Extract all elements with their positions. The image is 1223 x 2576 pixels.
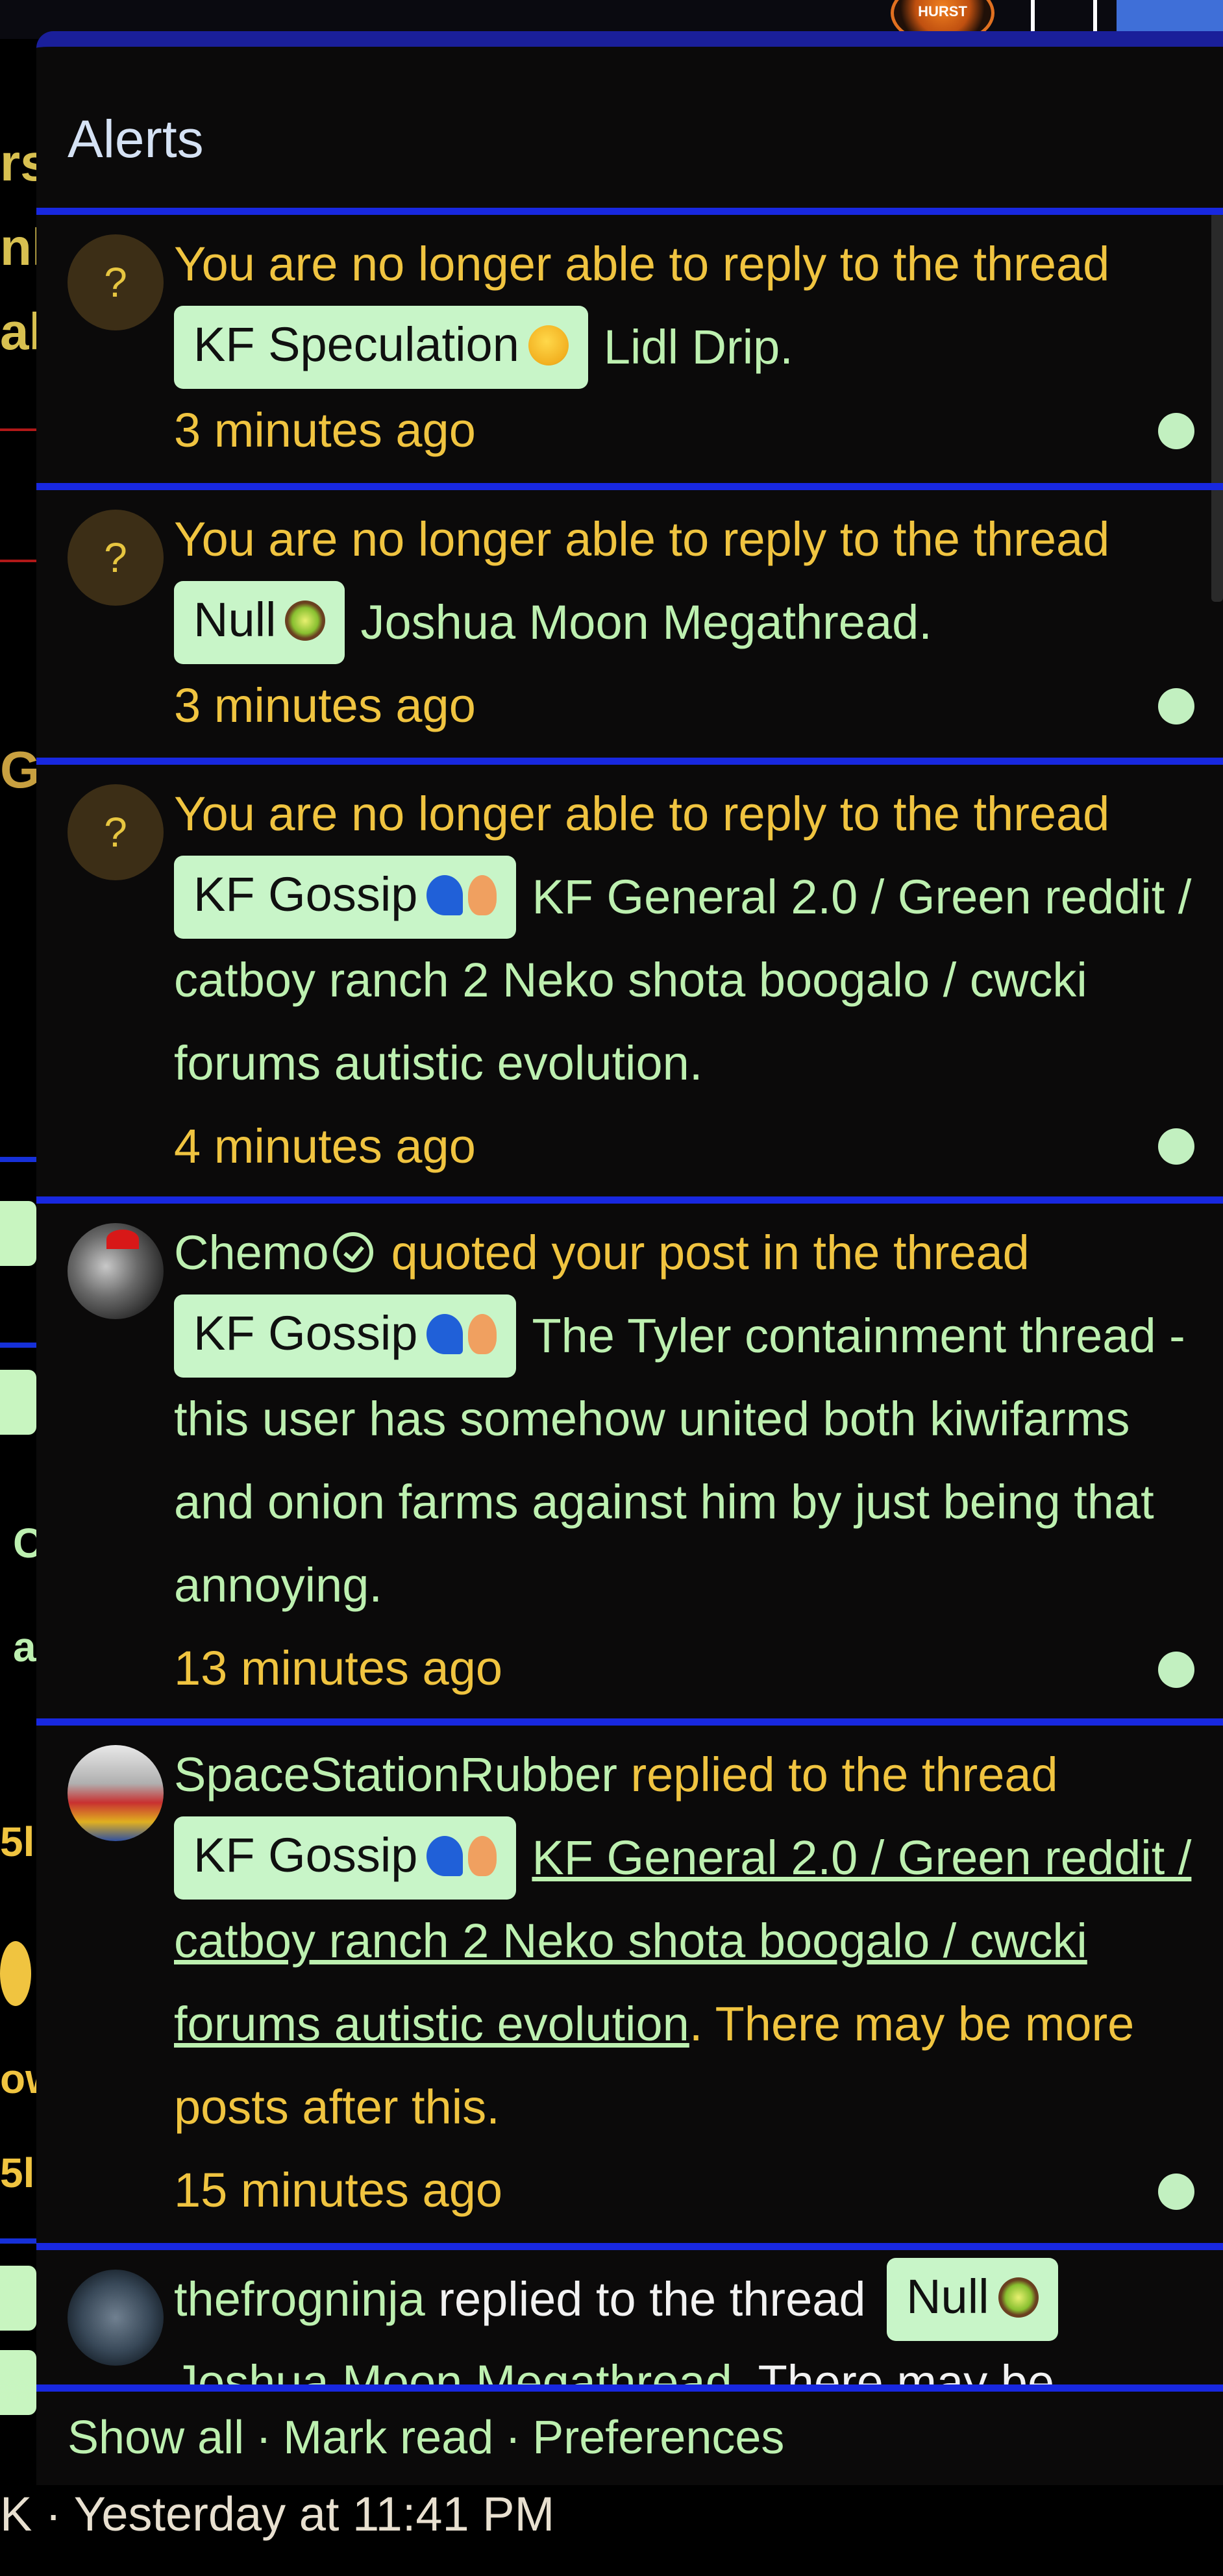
avatar[interactable] (68, 1745, 164, 1841)
unread-dot[interactable] (1158, 688, 1194, 724)
alert-suffix: . (369, 1558, 382, 1612)
alert-item[interactable]: ? You are no longer able to reply to the… (36, 758, 1223, 1199)
kiwi-icon (998, 2277, 1039, 2318)
thread-link[interactable]: Joshua Moon Megathread (360, 595, 919, 649)
ear-icon (468, 875, 497, 916)
question-icon: ? (68, 784, 164, 880)
alert-time: 4 minutes ago (174, 1119, 476, 1173)
alert-item[interactable]: Chemo quoted your post in the thread KF G… (36, 1196, 1223, 1721)
kiwi-icon (285, 601, 326, 641)
chip-label: KF Gossip (193, 867, 418, 921)
show-all-link[interactable]: Show all (68, 2412, 244, 2464)
mark-read-link[interactable]: Mark read (283, 2412, 493, 2464)
unread-dot[interactable] (1158, 413, 1194, 449)
footer-links: Show all · Mark read · Preferences (68, 2411, 784, 2464)
unread-dot[interactable] (1158, 1128, 1194, 1165)
forum-chip[interactable]: KF Speculation (174, 306, 588, 389)
forum-chip[interactable]: KF Gossip (174, 856, 517, 939)
ear-icon (468, 1836, 497, 1877)
alert-item[interactable]: ? You are no longer able to reply to the… (36, 483, 1223, 760)
username-link[interactable]: SpaceStationRubber (174, 1748, 617, 1802)
alert-item[interactable]: ? You are no longer able to reply to the… (36, 208, 1223, 485)
speaking-head-icon (426, 1314, 463, 1355)
verified-badge-icon (332, 1232, 373, 1273)
bg-divider (0, 428, 36, 431)
alert-suffix: . (919, 595, 932, 649)
avatar-label: HURST (918, 3, 967, 19)
username-link[interactable]: Chemo (174, 1226, 329, 1280)
alert-time: 13 minutes ago (174, 1641, 503, 1695)
forum-chip[interactable]: KF Gossip (174, 1816, 517, 1900)
footer-separator: · (256, 2412, 272, 2464)
popup-title: Alerts (68, 110, 204, 169)
alert-body: You are no longer able to reply to the t… (174, 773, 1206, 1188)
alert-body: SpaceStationRubber replied to the thread… (174, 1733, 1206, 2232)
forum-chip[interactable]: KF Gossip (174, 1294, 517, 1378)
chip-label: KF Gossip (193, 1828, 418, 1882)
avatar[interactable] (68, 1223, 164, 1319)
bg-node-pill[interactable] (0, 2350, 36, 2415)
bg-divider (0, 1343, 36, 1348)
bg-divider (0, 1157, 36, 1162)
alert-message: You are no longer able to reply to the t… (174, 237, 1110, 291)
preferences-link[interactable]: Preferences (532, 2412, 784, 2464)
bg-emoji (0, 1941, 31, 2006)
alert-suffix: . (689, 1036, 703, 1090)
bg-post-meta: K · Yesterday at 11:41 PM (0, 2487, 555, 2541)
alert-suffix: . (780, 320, 793, 374)
chip-label: Null (906, 2270, 989, 2323)
bg-node-pill[interactable] (0, 1201, 36, 1266)
speaking-head-icon (426, 875, 463, 916)
question-icon: ? (68, 510, 164, 606)
alert-message: You are no longer able to reply to the t… (174, 787, 1110, 841)
alert-time: 15 minutes ago (174, 2163, 503, 2217)
forum-chip[interactable]: Null (174, 581, 345, 664)
alerts-popup: Alerts ? You are no longer able to reply… (36, 31, 1223, 2485)
alert-action: replied to the thread (630, 1748, 1058, 1802)
speaking-head-icon (426, 1836, 463, 1877)
alert-time: 3 minutes ago (174, 678, 476, 732)
username-link[interactable]: thefrogninja (174, 2272, 425, 2326)
popup-footer: Show all · Mark read · Preferences (36, 2384, 1223, 2485)
ear-icon (468, 1314, 497, 1355)
bg-divider (0, 560, 36, 562)
unread-dot[interactable] (1158, 2174, 1194, 2210)
alert-item[interactable]: SpaceStationRubber replied to the thread… (36, 1718, 1223, 2246)
chip-label: Null (193, 593, 277, 647)
alert-message: You are no longer able to reply to the t… (174, 512, 1110, 566)
unread-dot[interactable] (1158, 1652, 1194, 1688)
alert-body: You are no longer able to reply to the t… (174, 223, 1206, 472)
avatar[interactable] (68, 2270, 164, 2366)
forum-chip[interactable]: Null (887, 2258, 1058, 2341)
alert-action: quoted your post in the thread (391, 1226, 1030, 1280)
question-icon: ? (68, 234, 164, 330)
footer-separator: · (505, 2412, 521, 2464)
alert-action: replied to the thread (438, 2272, 866, 2326)
bg-divider (0, 2238, 36, 2244)
bg-text-fragment: 5l (0, 1818, 35, 1865)
chip-label: KF Gossip (193, 1306, 418, 1360)
alert-body: You are no longer able to reply to the t… (174, 498, 1206, 747)
alert-time: 3 minutes ago (174, 403, 476, 457)
alert-body: Chemo quoted your post in the thread KF G… (174, 1211, 1206, 1710)
bg-node-pill[interactable] (0, 2266, 36, 2331)
thread-link[interactable]: Lidl Drip (604, 320, 780, 374)
chip-label: KF Speculation (193, 317, 519, 371)
thinking-face-icon (528, 325, 569, 366)
bg-text-fragment: 5l (0, 2149, 35, 2196)
bg-text-fragment: a (13, 1624, 36, 1670)
bg-node-pill[interactable] (0, 1370, 36, 1435)
bg-text-fragment: G (0, 741, 41, 799)
